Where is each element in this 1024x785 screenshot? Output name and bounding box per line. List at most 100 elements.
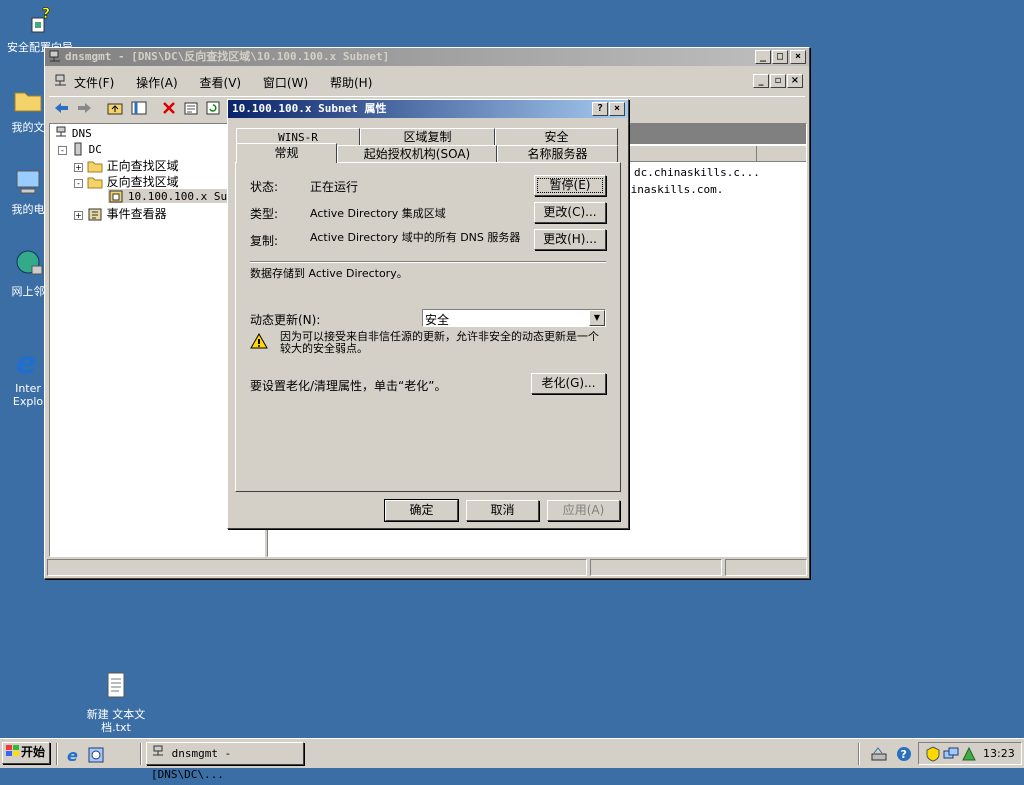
mmc-title-bar[interactable]: dnsmgmt - [DNS\DC\反向查找区域\10.100.100.x Su… <box>45 48 809 66</box>
menu-help[interactable]: 帮助(H) <box>330 76 372 90</box>
tab-label: 安全 <box>544 130 569 144</box>
delete-icon[interactable] <box>161 100 177 116</box>
security-wizard-icon: ? <box>31 6 50 33</box>
start-label: 开始 <box>21 745 46 759</box>
ok-button[interactable]: 确定 <box>384 499 459 522</box>
child-close-button[interactable]: × <box>787 74 803 88</box>
help-button[interactable]: ? <box>592 102 608 116</box>
tab-security[interactable]: 安全 <box>495 128 618 145</box>
properties-icon[interactable] <box>183 100 199 116</box>
console-icon <box>55 74 66 86</box>
forward-arrow-icon[interactable] <box>77 100 93 116</box>
network-globe-icon <box>16 250 43 275</box>
maximize-button[interactable]: □ <box>772 50 788 64</box>
warning-icon <box>250 333 268 349</box>
security-shield-icon[interactable] <box>925 746 941 762</box>
expand-toggle[interactable]: + <box>74 211 83 220</box>
tab-zone-transfers[interactable]: 区域复制 <box>360 128 495 145</box>
menu-file[interactable]: 文件(F) <box>74 76 114 90</box>
help-tray-icon[interactable]: ? <box>896 746 912 762</box>
refresh-icon[interactable] <box>205 100 221 116</box>
close-button[interactable]: × <box>790 50 806 64</box>
pause-button[interactable]: 暂停(E) <box>534 175 606 196</box>
child-minimize-button[interactable]: _ <box>753 74 769 88</box>
dialog-title-bar[interactable]: 10.100.100.x Subnet 属性 ? × <box>228 100 628 118</box>
separator <box>56 743 58 765</box>
mmc-title: dnsmgmt - [DNS\DC\反向查找区域\10.100.100.x Su… <box>65 50 390 63</box>
general-tab-panel: 状态: 正在运行 暂停(E) 类型: Active Directory 集成区域… <box>235 162 621 492</box>
computer-icon <box>16 170 40 194</box>
record-data-2[interactable]: hinaskills.com. <box>624 183 723 196</box>
button-label: 应用(A) <box>562 503 605 517</box>
status-bar <box>47 559 807 577</box>
tab-label: 区域复制 <box>403 130 452 144</box>
tree-label: 事件查看器 <box>106 207 167 221</box>
start-button[interactable]: 开始 <box>2 742 50 764</box>
back-arrow-icon[interactable] <box>53 100 69 116</box>
tree-node-reverse-zones[interactable]: - 反向查找区域 <box>74 173 179 190</box>
zone-icon <box>109 190 123 203</box>
taskbar-button-dnsmgmt[interactable]: dnsmgmt - [DNS\DC\... <box>146 742 304 781</box>
menu-action[interactable]: 操作(A) <box>136 76 178 90</box>
desktop-icon-textfile[interactable]: 新建 文本文 档.txt <box>76 658 156 747</box>
open-folder-icon <box>87 177 103 189</box>
change-type-button[interactable]: 更改(C)... <box>534 202 606 223</box>
tree-node-zone-selected[interactable]: 10.100.100.x Sub <box>108 189 236 203</box>
record-data-1[interactable]: dc.chinaskills.c... <box>634 166 760 179</box>
button-label: 更改(H)... <box>543 232 597 246</box>
tree-node-forward-zones[interactable]: + 正向查找区域 <box>74 157 179 174</box>
minimize-button[interactable]: _ <box>755 50 771 64</box>
server-icon <box>74 142 82 156</box>
cancel-button[interactable]: 取消 <box>466 500 539 521</box>
network-tray-icon[interactable] <box>870 746 888 762</box>
tab-general[interactable]: 常规 <box>236 143 337 163</box>
apply-button[interactable]: 应用(A) <box>547 500 620 521</box>
tree-label: 反向查找区域 <box>106 175 179 189</box>
aging-button[interactable]: 老化(G)... <box>531 373 606 394</box>
tab-soa[interactable]: 起始授权机构(SOA) <box>337 145 497 162</box>
svg-text:e: e <box>67 747 78 763</box>
menu-window[interactable]: 窗口(W) <box>263 76 308 90</box>
desktop-icon-label: 新建 文本文 档.txt <box>86 708 146 734</box>
svg-text:?: ? <box>42 6 50 22</box>
menu-bar: 文件(F) 操作(A) 查看(V) 窗口(W) 帮助(H) _ ▫ × <box>49 72 805 90</box>
network-connection-icon[interactable] <box>943 746 959 762</box>
warning-text: 因为可以接受来自非信任源的更新，允许非安全的动态更新是一个较大的安全弱点。 <box>280 330 599 355</box>
button-label: 老化(G)... <box>541 376 596 390</box>
dns-icon <box>153 745 163 756</box>
folder-icon <box>14 92 42 112</box>
status-label: 状态: <box>250 180 279 194</box>
dynamic-update-select[interactable]: 安全 ▼ <box>422 309 606 327</box>
taskbar: 开始 e dnsmgmt - [DNS\DC\... ? 13:23 <box>0 738 1024 781</box>
properties-dialog[interactable]: 10.100.100.x Subnet 属性 ? × WINS-R 区域复制 安… <box>227 99 629 529</box>
child-restore-button[interactable]: ▫ <box>770 74 786 88</box>
update-tray-icon[interactable] <box>961 746 977 762</box>
change-replication-button[interactable]: 更改(H)... <box>534 229 606 250</box>
dialog-title: 10.100.100.x Subnet 属性 <box>232 102 387 115</box>
type-value: Active Directory 集成区域 <box>310 207 446 220</box>
expand-toggle[interactable]: + <box>74 163 83 172</box>
menu-view[interactable]: 查看(V) <box>200 76 242 90</box>
dynamic-update-label: 动态更新(N): <box>250 313 321 327</box>
text-file-icon <box>107 672 125 698</box>
server-manager-quicklaunch-icon[interactable] <box>88 747 104 763</box>
notification-area: 13:23 <box>918 742 1022 765</box>
collapse-toggle[interactable]: - <box>74 179 83 188</box>
tree-node-dns[interactable]: DNS <box>54 126 92 140</box>
tab-label: 名称服务器 <box>527 147 588 161</box>
tree-node-server[interactable]: - DC <box>58 142 102 156</box>
tab-label: 起始授权机构(SOA) <box>363 147 471 161</box>
tree-label: 10.100.100.x Sub <box>127 190 234 203</box>
tree-node-event-viewer[interactable]: + 事件查看器 <box>74 205 167 222</box>
collapse-toggle[interactable]: - <box>58 146 67 155</box>
button-label: 确定 <box>409 503 434 517</box>
replication-value: Active Directory 域中的所有 DNS 服务器 <box>310 231 521 244</box>
dialog-close-button[interactable]: × <box>609 102 625 116</box>
svg-text:e: e <box>16 346 36 377</box>
tab-label: 常规 <box>274 146 299 160</box>
chevron-down-icon[interactable]: ▼ <box>589 310 605 326</box>
ie-quicklaunch-icon[interactable]: e <box>66 747 82 763</box>
show-tree-icon[interactable] <box>131 100 147 116</box>
tab-name-servers[interactable]: 名称服务器 <box>497 145 618 162</box>
up-folder-icon[interactable] <box>107 100 123 116</box>
